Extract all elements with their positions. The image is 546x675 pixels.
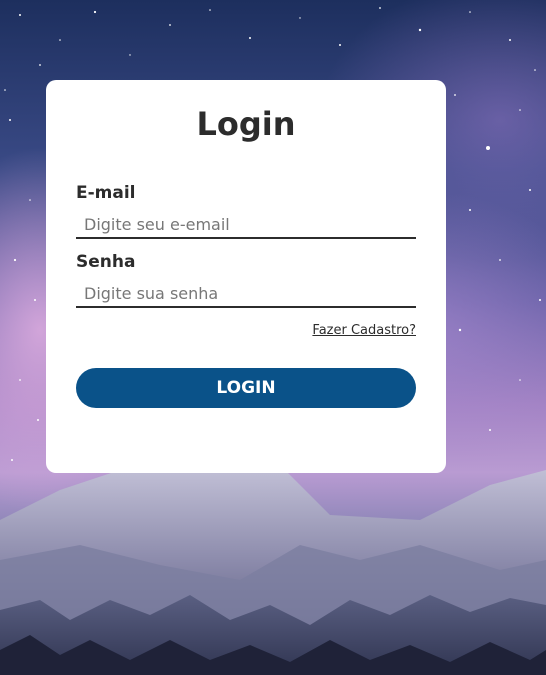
login-card: Login E-mail Senha Fazer Cadastro? LOGIN — [46, 80, 446, 473]
email-label: E-mail — [76, 183, 136, 203]
email-input[interactable] — [76, 211, 416, 239]
signup-link[interactable]: Fazer Cadastro? — [312, 323, 416, 338]
login-button[interactable]: LOGIN — [76, 368, 416, 408]
login-title: Login — [196, 105, 296, 143]
password-input[interactable] — [76, 280, 416, 308]
password-label: Senha — [76, 252, 136, 272]
signup-link-row: Fazer Cadastro? — [76, 319, 416, 338]
